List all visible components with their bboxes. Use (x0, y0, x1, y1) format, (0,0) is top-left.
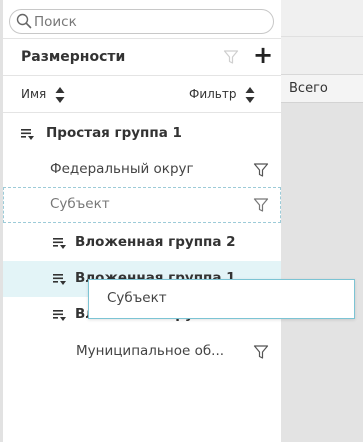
item-label: Федеральный округ (50, 161, 194, 177)
search-icon (16, 13, 32, 29)
column-header: Имя Фильтр (3, 77, 281, 113)
pivot-toolbar-strip (281, 0, 363, 37)
drag-ghost-label: Субъект (107, 290, 167, 306)
item-label: Муниципальное об... (76, 343, 225, 359)
dimensions-header: Размерности + (3, 38, 281, 76)
column-filter-label[interactable]: Фильтр (189, 87, 236, 101)
search-box[interactable] (9, 9, 274, 34)
filter-icon[interactable] (223, 49, 239, 65)
pivot-header-strip (281, 37, 363, 75)
tree-group-row[interactable]: Вложенная группа 2 (3, 225, 281, 261)
tree-group-row[interactable]: Простая группа 1 (3, 116, 281, 152)
column-name-label[interactable]: Имя (21, 87, 46, 101)
group-collapse-icon[interactable] (21, 127, 35, 141)
total-label: Всего (289, 81, 328, 96)
filter-icon[interactable] (253, 197, 269, 213)
sort-icon[interactable] (245, 86, 255, 104)
drag-ghost: Субъект (88, 279, 355, 319)
group-label: Вложенная группа 2 (75, 234, 236, 250)
group-collapse-icon[interactable] (53, 236, 67, 250)
add-dimension-button[interactable]: + (252, 43, 274, 68)
dimensions-title: Размерности (21, 49, 126, 65)
pivot-table-pane: Всего (281, 0, 363, 442)
total-column-header[interactable]: Всего (281, 75, 363, 103)
tree-item-row[interactable]: Муниципальное об... (3, 334, 281, 370)
tree-item-row[interactable]: Федеральный округ (3, 152, 281, 188)
search-input[interactable] (34, 12, 269, 31)
dimensions-panel: Размерности + Имя Фильтр Простая группа … (3, 0, 281, 442)
filter-icon[interactable] (253, 162, 269, 178)
tree-item-row-dragging[interactable]: Субъект (3, 187, 281, 223)
group-collapse-icon[interactable] (53, 272, 67, 286)
item-label: Субъект (50, 196, 110, 212)
sort-icon[interactable] (55, 86, 65, 104)
group-label: Простая группа 1 (46, 125, 182, 141)
filter-icon[interactable] (253, 344, 269, 360)
group-collapse-icon[interactable] (53, 308, 67, 322)
